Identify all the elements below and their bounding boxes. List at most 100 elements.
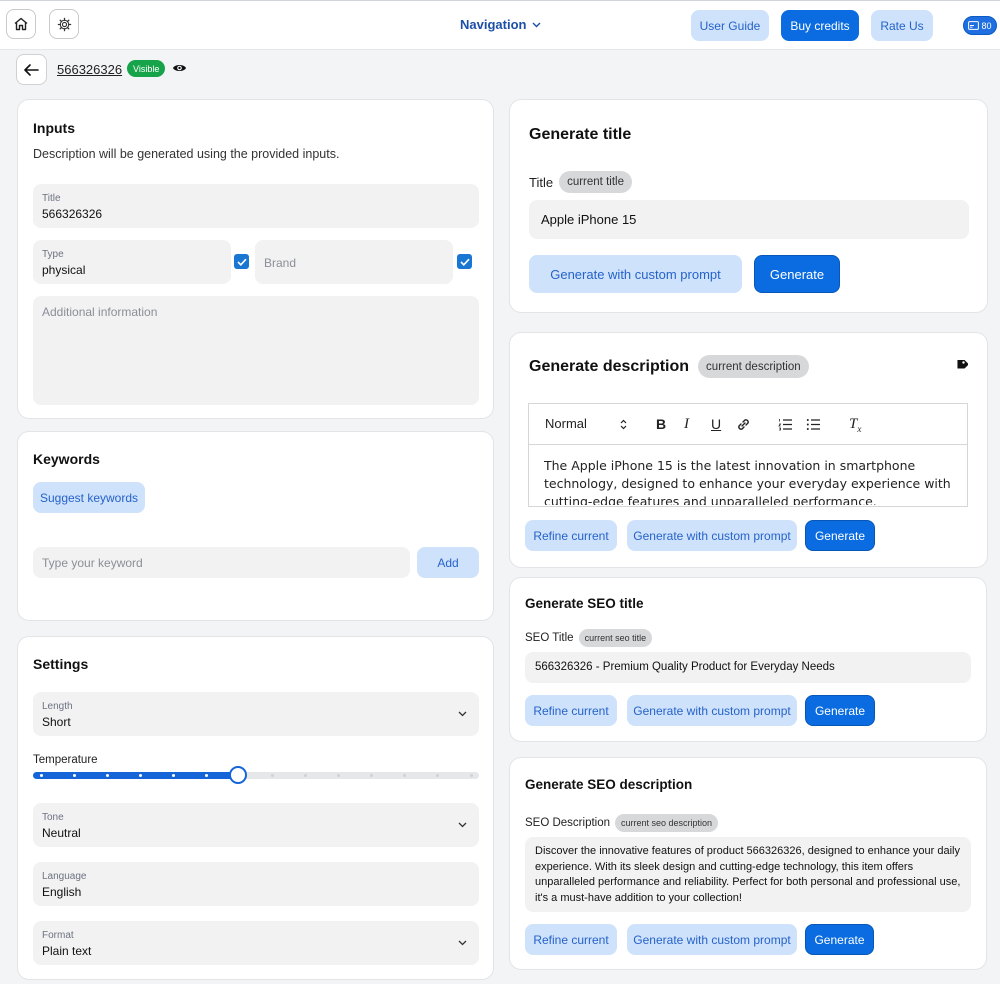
user-guide-button[interactable]: User Guide (691, 10, 769, 41)
navigation-label: Navigation (460, 17, 527, 32)
brand-checkbox[interactable] (457, 254, 472, 269)
description-generate-button[interactable]: Generate (805, 520, 875, 551)
editor-toolbar: Normal B I U Tx (529, 404, 967, 445)
format-value: Plain text (42, 944, 92, 958)
bullet-list-icon[interactable] (806, 418, 821, 431)
description-refine-button[interactable]: Refine current (525, 520, 617, 551)
tone-label: Tone (42, 812, 64, 823)
seo-title-value: 566326326 - Premium Quality Product for … (535, 661, 835, 673)
ordered-list-icon[interactable] (778, 418, 793, 431)
keyword-input[interactable]: Type your keyword (33, 547, 410, 578)
current-title-tag[interactable]: current title (559, 171, 632, 193)
tone-value: Neutral (42, 826, 81, 840)
slider-step-mark (72, 774, 76, 777)
title-field[interactable]: Title 566326326 (33, 184, 479, 228)
arrow-left-icon (24, 63, 39, 76)
type-checkbox[interactable] (234, 254, 249, 269)
seo-description-value: Discover the innovative features of prod… (535, 845, 961, 904)
temperature-slider-thumb[interactable] (229, 766, 247, 784)
generate-title-card: Generate title Title current title Apple… (509, 99, 988, 313)
description-editor-text[interactable]: The Apple iPhone 15 is the latest innova… (544, 457, 954, 505)
generate-seo-title-card: Generate SEO title SEO Title current seo… (509, 577, 987, 742)
title-field-label: Title (42, 193, 61, 204)
home-icon (14, 17, 28, 31)
seo-title-refine-button[interactable]: Refine current (525, 695, 617, 726)
seo-description-refine-button[interactable]: Refine current (525, 924, 617, 955)
chevron-down-icon (458, 711, 467, 717)
temperature-slider[interactable] (33, 772, 479, 779)
home-button[interactable] (6, 9, 36, 39)
brand-placeholder: Brand (264, 256, 297, 270)
eye-icon (173, 65, 186, 71)
checkmark-icon (459, 258, 470, 266)
description-custom-prompt-button[interactable]: Generate with custom prompt (627, 520, 797, 551)
link-icon[interactable] (736, 417, 751, 432)
seo-title-label: SEO Title (525, 632, 574, 644)
gear-icon (57, 17, 71, 31)
type-field[interactable]: Type physical (33, 240, 231, 284)
suggest-keywords-button[interactable]: Suggest keywords (33, 482, 145, 513)
title-custom-prompt-button[interactable]: Generate with custom prompt (529, 255, 742, 293)
clear-format-icon[interactable]: Tx (849, 416, 861, 434)
generate-seo-title-heading: Generate SEO title (525, 596, 644, 611)
keywords-card: Keywords Suggest keywords Type your keyw… (17, 431, 494, 621)
seo-description-custom-prompt-button[interactable]: Generate with custom prompt (627, 924, 797, 955)
tag-button[interactable] (954, 358, 969, 375)
format-dropdown[interactable]: Normal (545, 416, 587, 431)
additional-info-placeholder: Additional information (42, 305, 158, 319)
italic-icon[interactable]: I (684, 416, 689, 433)
length-label: Length (42, 701, 73, 712)
chevron-down-icon (458, 822, 467, 828)
visibility-badge: Visible (127, 60, 166, 77)
add-keyword-button[interactable]: Add (417, 547, 479, 578)
type-field-label: Type (42, 249, 64, 260)
tag-icon (957, 360, 969, 369)
generate-seo-description-heading: Generate SEO description (525, 777, 693, 792)
buy-credits-button[interactable]: Buy credits (781, 10, 859, 41)
description-editor: Normal B I U Tx The Apple iPhone 15 is t… (528, 403, 968, 507)
slider-step-mark (171, 774, 175, 777)
credits-badge[interactable]: 80 (963, 16, 997, 35)
inputs-title: Inputs (33, 120, 75, 136)
slider-step-mark (469, 774, 473, 777)
language-select[interactable]: Language English (33, 862, 479, 906)
current-seo-description-tag[interactable]: current seo description (615, 814, 719, 832)
title-generate-button[interactable]: Generate (754, 255, 840, 293)
length-value: Short (42, 715, 71, 729)
settings-button[interactable] (49, 9, 79, 39)
seo-description-input[interactable]: Discover the innovative features of prod… (525, 837, 971, 912)
brand-field[interactable]: Brand (255, 240, 453, 284)
slider-step-mark (138, 774, 142, 777)
visibility-toggle[interactable] (172, 62, 187, 77)
rate-us-button[interactable]: Rate Us (871, 10, 933, 41)
product-id-link[interactable]: 566326326 (57, 62, 122, 77)
bold-icon[interactable]: B (656, 416, 666, 432)
seo-title-generate-button[interactable]: Generate (805, 695, 875, 726)
seo-title-custom-prompt-button[interactable]: Generate with custom prompt (627, 695, 797, 726)
generate-description-heading: Generate description (529, 357, 690, 375)
slider-step-mark (304, 774, 308, 777)
seo-description-generate-button[interactable]: Generate (805, 924, 874, 955)
keywords-title: Keywords (33, 451, 100, 467)
current-description-tag[interactable]: current description (698, 355, 809, 378)
credit-card-icon (968, 21, 980, 30)
tone-select[interactable]: Tone Neutral (33, 803, 479, 847)
navigation-menu[interactable]: Navigation (460, 17, 541, 32)
title-label: Title (529, 174, 554, 190)
settings-card: Settings Length Short Temperature Tone N… (17, 636, 494, 980)
title-input[interactable]: Apple iPhone 15 (529, 200, 969, 239)
select-arrows-icon[interactable] (620, 419, 627, 430)
slider-step-mark (271, 774, 275, 777)
underline-icon[interactable]: U (711, 416, 721, 432)
current-seo-title-tag[interactable]: current seo title (578, 629, 653, 647)
additional-info-field[interactable]: Additional information (33, 296, 479, 405)
language-label: Language (42, 871, 87, 882)
credits-count: 80 (981, 20, 992, 31)
back-button[interactable] (16, 54, 47, 85)
format-label: Format (42, 930, 74, 941)
format-select[interactable]: Format Plain text (33, 921, 479, 965)
type-field-value: physical (42, 263, 86, 277)
seo-title-input[interactable]: 566326326 - Premium Quality Product for … (525, 652, 971, 683)
generate-title-heading: Generate title (529, 126, 632, 143)
length-select[interactable]: Length Short (33, 692, 479, 736)
